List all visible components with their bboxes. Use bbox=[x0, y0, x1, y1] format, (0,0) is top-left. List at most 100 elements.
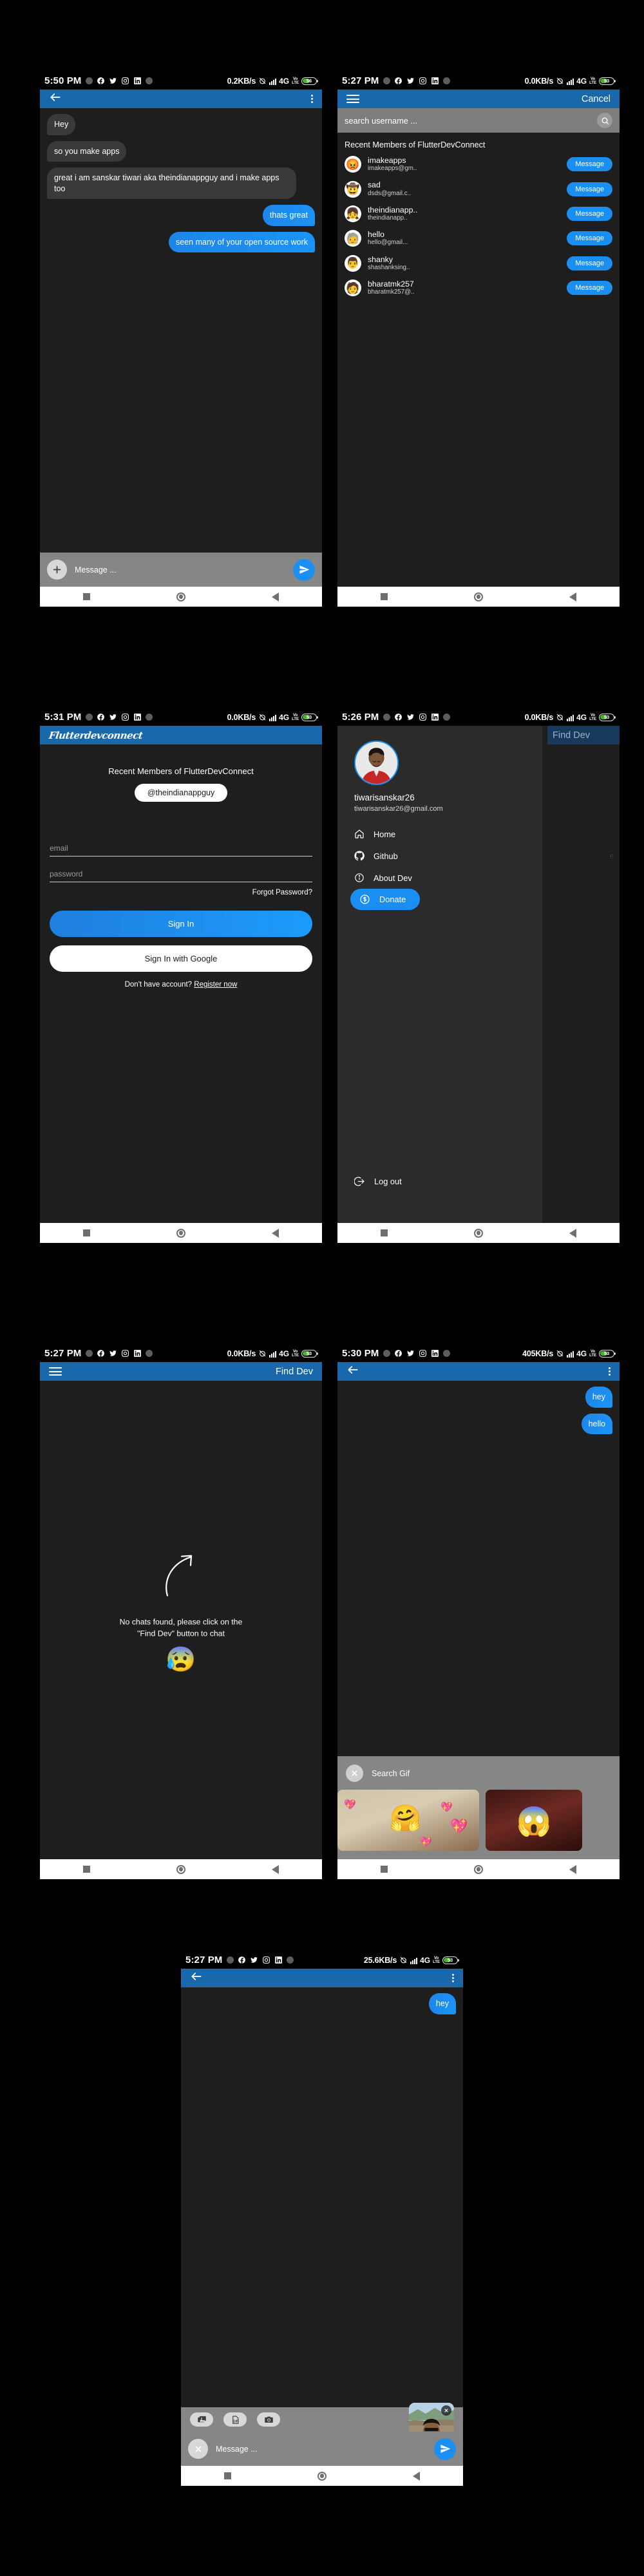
message-input[interactable]: Message ... bbox=[216, 2445, 426, 2454]
member-row[interactable]: 🧑 bharatmk257 bharatmk257@.. Message bbox=[337, 276, 620, 300]
gif-result-item[interactable]: 😱 bbox=[486, 1790, 582, 1851]
chat-bubble: hello bbox=[581, 1413, 612, 1434]
sign-in-form: Recent Members of FlutterDevConnect @the… bbox=[40, 766, 322, 989]
drawer-item-donate[interactable]: Donate bbox=[350, 889, 421, 910]
hamburger-menu-icon[interactable] bbox=[49, 1367, 62, 1376]
close-circle-icon[interactable] bbox=[346, 1765, 363, 1782]
status-notification-icons bbox=[383, 1349, 451, 1358]
find-dev-button[interactable]: Find Dev bbox=[276, 1367, 313, 1377]
empty-state: No chats found, please click on the "Fin… bbox=[40, 1549, 322, 1672]
back-button[interactable] bbox=[272, 1864, 279, 1874]
arrow-back-icon[interactable] bbox=[49, 91, 62, 107]
send-icon[interactable] bbox=[434, 2438, 456, 2460]
arrow-back-icon[interactable] bbox=[346, 1363, 359, 1379]
message-button[interactable]: Message bbox=[567, 182, 612, 196]
member-row[interactable]: 👨 shanky shashanksing.. Message bbox=[337, 251, 620, 276]
status-bar: 5:27 PM 0.0KB/s 4G Vo LTE 53 bbox=[40, 1345, 322, 1362]
recents-button[interactable] bbox=[224, 2472, 231, 2479]
back-button[interactable] bbox=[272, 1228, 279, 1238]
gif-picker-panel: Search Gif 🤗 💖 💖 💖 💖 😱 bbox=[337, 1756, 620, 1859]
back-button[interactable] bbox=[569, 1864, 576, 1874]
linkedin-icon bbox=[431, 1350, 439, 1357]
svg-text:GIF: GIF bbox=[232, 2420, 238, 2423]
more-vert-icon[interactable] bbox=[608, 1367, 611, 1376]
recents-button[interactable] bbox=[381, 593, 388, 600]
sign-in-button[interactable]: Sign In bbox=[50, 911, 312, 938]
username-chip[interactable]: @theindianappguy bbox=[134, 784, 228, 802]
search-input[interactable]: search username ... bbox=[345, 116, 592, 126]
home-button[interactable] bbox=[176, 592, 185, 601]
message-button[interactable]: Message bbox=[567, 281, 612, 296]
message-input[interactable]: Message ... bbox=[75, 565, 285, 574]
status-notification-icons bbox=[86, 1349, 153, 1358]
home-button[interactable] bbox=[317, 2471, 327, 2481]
alarm-off-icon bbox=[556, 1350, 564, 1357]
member-row[interactable]: 🧓 hello hello@gmail... Message bbox=[337, 226, 620, 251]
arrow-back-icon[interactable] bbox=[190, 1970, 203, 1986]
linkedin-icon bbox=[275, 1956, 283, 1964]
message-button[interactable]: Message bbox=[567, 157, 612, 172]
forgot-password-link[interactable]: Forgot Password? bbox=[50, 889, 312, 896]
email-field[interactable]: email bbox=[50, 844, 312, 857]
sign-in-google-button[interactable]: Sign In with Google bbox=[50, 945, 312, 972]
member-email: hello@gmail... bbox=[368, 239, 408, 247]
close-icon[interactable] bbox=[441, 2405, 451, 2416]
gif-icon[interactable]: GIF bbox=[223, 2412, 247, 2427]
facebook-icon bbox=[238, 1956, 246, 1964]
recents-button[interactable] bbox=[83, 1866, 90, 1873]
network-type: 4G bbox=[279, 76, 290, 86]
drawer-item-home[interactable]: Home bbox=[354, 823, 395, 845]
more-vert-icon[interactable] bbox=[451, 1973, 454, 1983]
linkedin-icon bbox=[431, 714, 439, 721]
home-button[interactable] bbox=[474, 592, 483, 601]
avatar: 🧑 bbox=[345, 279, 361, 297]
gif-result-item[interactable]: 🤗 💖 💖 💖 💖 bbox=[337, 1790, 479, 1851]
android-nav-bar bbox=[40, 1223, 322, 1243]
battery-level: 53 bbox=[603, 714, 610, 720]
recents-button[interactable] bbox=[381, 1866, 388, 1873]
member-row[interactable]: 🤠 sad dsds@gmail.c.. Message bbox=[337, 176, 620, 201]
more-vert-icon[interactable] bbox=[310, 94, 313, 104]
recents-button[interactable] bbox=[381, 1229, 388, 1236]
alarm-off-icon bbox=[259, 77, 266, 84]
drawer-item-about-dev[interactable]: About Dev bbox=[354, 867, 412, 889]
close-circle-icon[interactable] bbox=[188, 2439, 208, 2459]
signal-bars-icon bbox=[567, 714, 574, 721]
password-field[interactable]: password bbox=[50, 869, 312, 883]
gallery-icon[interactable] bbox=[190, 2412, 213, 2427]
network-type: 4G bbox=[576, 76, 587, 86]
message-button[interactable]: Message bbox=[567, 231, 612, 246]
member-row[interactable]: 😡 imakeapps imakeapps@gm.. Message bbox=[337, 152, 620, 176]
status-bar: 5:27 PM 25.6KB/s 4G Vo LTE 53 bbox=[181, 1951, 463, 1969]
gif-search-input[interactable]: Search Gif bbox=[372, 1769, 410, 1778]
send-icon[interactable] bbox=[293, 558, 315, 581]
phone-navigation-drawer: 5:26 PM 0.0KB/s 4G VoLTE 53 Find Dev e bbox=[337, 708, 620, 1243]
back-button[interactable] bbox=[413, 2471, 420, 2481]
search-icon[interactable] bbox=[597, 113, 612, 128]
plus-circle-icon[interactable] bbox=[47, 560, 67, 580]
message-button[interactable]: Message bbox=[567, 206, 612, 221]
network-type: 4G bbox=[576, 712, 587, 722]
back-button[interactable] bbox=[569, 592, 576, 601]
home-button[interactable] bbox=[474, 1228, 483, 1238]
avatar: 😡 bbox=[345, 156, 361, 173]
back-button[interactable] bbox=[272, 592, 279, 601]
hamburger-menu-icon[interactable] bbox=[346, 95, 359, 103]
cancel-button[interactable]: Cancel bbox=[582, 94, 611, 104]
drawer-item-github[interactable]: Github bbox=[354, 845, 398, 867]
screen-body: hey hello Search Gif 🤗 💖 💖 💖 💖 😱 bbox=[337, 1362, 620, 1859]
message-button[interactable]: Message bbox=[567, 256, 612, 270]
home-button[interactable] bbox=[176, 1864, 185, 1874]
home-button[interactable] bbox=[176, 1228, 185, 1238]
member-row[interactable]: 👧 theindianapp.. theindianapp.. Message bbox=[337, 202, 620, 226]
camera-icon[interactable] bbox=[257, 2412, 280, 2427]
home-button[interactable] bbox=[474, 1864, 483, 1874]
message-composer: Message ... bbox=[40, 553, 322, 587]
dot-icon bbox=[86, 714, 93, 721]
back-button[interactable] bbox=[569, 1228, 576, 1238]
chat-bubble: hey bbox=[428, 1993, 456, 2014]
logout-item[interactable]: Log out bbox=[354, 1176, 402, 1187]
register-link[interactable]: Register now bbox=[194, 981, 237, 989]
recents-button[interactable] bbox=[83, 1229, 90, 1236]
recents-button[interactable] bbox=[83, 593, 90, 600]
